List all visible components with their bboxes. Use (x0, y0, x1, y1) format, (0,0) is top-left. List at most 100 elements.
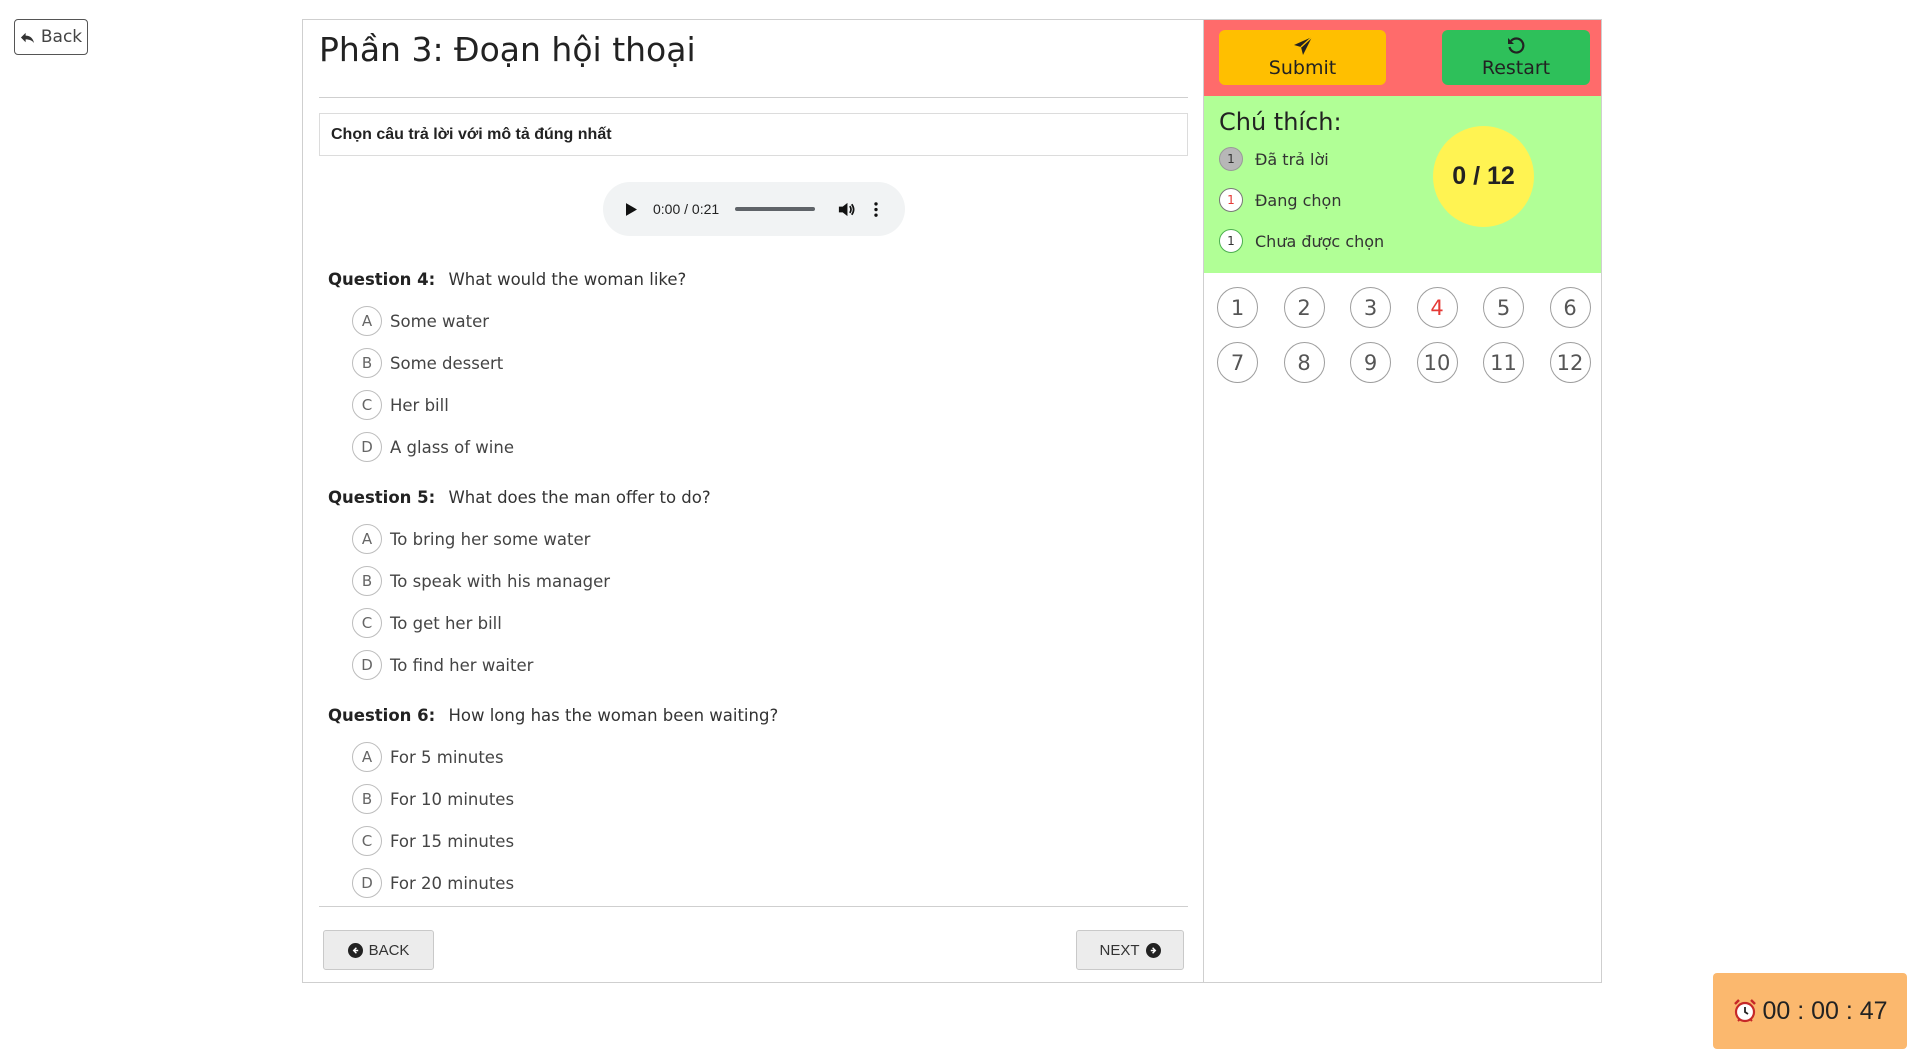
answer-option[interactable]: B Some dessert (352, 342, 1168, 384)
restart-icon (1508, 37, 1525, 54)
restart-button[interactable]: Restart (1442, 30, 1590, 85)
question-block: Question 6: How long has the woman been … (328, 704, 1168, 904)
answer-option[interactable]: A Some water (352, 300, 1168, 342)
submit-button[interactable]: Submit (1219, 30, 1386, 85)
question-number-button[interactable]: 1 (1217, 287, 1258, 328)
question-title: Question 5: What does the man offer to d… (328, 486, 1168, 510)
question-number-button[interactable]: 8 (1283, 342, 1325, 383)
quiz-card: Phần 3: Đoạn hội thoại Chọn câu trả lời … (302, 19, 1602, 983)
back-label: BACK (368, 941, 410, 959)
question-block: Question 5: What does the man offer to d… (328, 486, 1168, 686)
instruction-box: Chọn câu trả lời với mô tả đúng nhất (319, 113, 1188, 156)
top-back-button[interactable]: Back (14, 19, 88, 55)
alarm-clock-icon (1734, 999, 1757, 1023)
question-text: How long has the woman been waiting? (448, 706, 779, 725)
footer-divider (319, 906, 1188, 907)
top-back-label: Back (40, 27, 83, 47)
submit-label: Submit (1268, 57, 1337, 79)
legend-answered: 1 Đã trả lời (1219, 147, 1329, 171)
option-text: Some dessert (390, 353, 504, 373)
question-title: Question 4: What would the woman like? (328, 268, 1168, 292)
question-block: Question 4: What would the woman like? A… (328, 268, 1168, 468)
question-number-button[interactable]: 11 (1483, 342, 1524, 383)
option-text: To bring her some water (390, 529, 591, 549)
next-button[interactable]: NEXT (1076, 930, 1184, 970)
option-letter: C (352, 390, 382, 420)
option-text: For 5 minutes (390, 747, 504, 767)
option-letter: D (352, 650, 382, 680)
legend-dot: 1 (1219, 229, 1243, 253)
question-number: Question 6: (328, 706, 436, 725)
action-bar: Submit Restart (1204, 20, 1601, 96)
answer-option[interactable]: C Her bill (352, 384, 1168, 426)
audio-time: 0:00 / 0:21 (653, 201, 720, 217)
option-text: For 20 minutes (390, 873, 515, 893)
arrow-right-icon (1145, 942, 1161, 958)
answer-option[interactable]: D For 20 minutes (352, 862, 1168, 904)
reply-arrow-icon (20, 32, 34, 43)
legend-box: Chú thích: 1 Đã trả lời 1 Đang chọn 1 Ch… (1204, 96, 1601, 273)
option-text: To speak with his manager (390, 571, 611, 591)
answer-option[interactable]: A For 5 minutes (352, 736, 1168, 778)
answer-option[interactable]: D To find her waiter (352, 644, 1168, 686)
option-text: Her bill (390, 395, 449, 415)
question-number: Question 5: (328, 488, 436, 507)
question-number-button[interactable]: 7 (1217, 342, 1258, 383)
restart-label: Restart (1481, 57, 1551, 79)
question-number-button[interactable]: 10 (1416, 342, 1458, 383)
title-divider (319, 97, 1188, 98)
answer-option[interactable]: A To bring her some water (352, 518, 1168, 560)
option-text: For 10 minutes (390, 789, 515, 809)
answer-option[interactable]: B To speak with his manager (352, 560, 1168, 602)
option-letter: A (352, 306, 382, 336)
answer-option[interactable]: C To get her bill (352, 602, 1168, 644)
question-title: Question 6: How long has the woman been … (328, 704, 1168, 728)
legend-title: Chú thích: (1219, 108, 1342, 136)
question-text: What would the woman like? (448, 270, 687, 289)
more-options-icon[interactable] (871, 199, 881, 219)
option-letter: D (352, 868, 382, 898)
timer-value: 00 : 00 : 47 (1762, 996, 1888, 1025)
arrow-left-icon (347, 942, 363, 958)
send-icon (1293, 36, 1312, 55)
answer-option[interactable]: C For 15 minutes (352, 820, 1168, 862)
next-label: NEXT (1099, 941, 1140, 959)
legend-label: Chưa được chọn (1255, 231, 1385, 251)
status-panel: Submit Restart Chú thích: 1 Đã trả lời 1… (1203, 20, 1601, 982)
legend-dot: 1 (1219, 147, 1243, 171)
question-text: What does the man offer to do? (448, 488, 711, 507)
question-number-button[interactable]: 12 (1549, 342, 1591, 383)
question-number-button[interactable]: 6 (1549, 287, 1591, 328)
question-number-button[interactable]: 3 (1350, 287, 1391, 328)
option-text: A glass of wine (390, 437, 514, 457)
audio-player[interactable]: 0:00 / 0:21 (603, 182, 905, 236)
option-text: To get her bill (390, 613, 502, 633)
legend-label: Đã trả lời (1255, 149, 1329, 169)
play-icon[interactable] (621, 199, 641, 219)
score-badge: 0 / 12 (1433, 126, 1534, 227)
option-letter: A (352, 524, 382, 554)
question-number: Question 4: (328, 270, 436, 289)
option-letter: A (352, 742, 382, 772)
option-letter: B (352, 566, 382, 596)
option-letter: C (352, 608, 382, 638)
option-text: To find her waiter (390, 655, 534, 675)
volume-icon[interactable] (837, 199, 857, 219)
page-title: Phần 3: Đoạn hội thoại (319, 30, 696, 69)
audio-progress-slider[interactable] (735, 207, 816, 211)
back-button[interactable]: BACK (323, 930, 434, 970)
answer-option[interactable]: B For 10 minutes (352, 778, 1168, 820)
legend-dot: 1 (1219, 188, 1243, 212)
question-number-button[interactable]: 9 (1350, 342, 1391, 383)
question-number-button[interactable]: 5 (1483, 287, 1524, 328)
answer-option[interactable]: D A glass of wine (352, 426, 1168, 468)
legend-label: Đang chọn (1255, 190, 1342, 210)
legend-unselected: 1 Chưa được chọn (1219, 229, 1384, 253)
legend-current: 1 Đang chọn (1219, 188, 1341, 212)
option-letter: C (352, 826, 382, 856)
question-number-button-current[interactable]: 4 (1416, 287, 1458, 328)
option-letter: B (352, 348, 382, 378)
countdown-timer: 00 : 00 : 47 (1713, 973, 1907, 1049)
question-number-button[interactable]: 2 (1283, 287, 1325, 328)
question-panel: Phần 3: Đoạn hội thoại Chọn câu trả lời … (303, 20, 1203, 982)
